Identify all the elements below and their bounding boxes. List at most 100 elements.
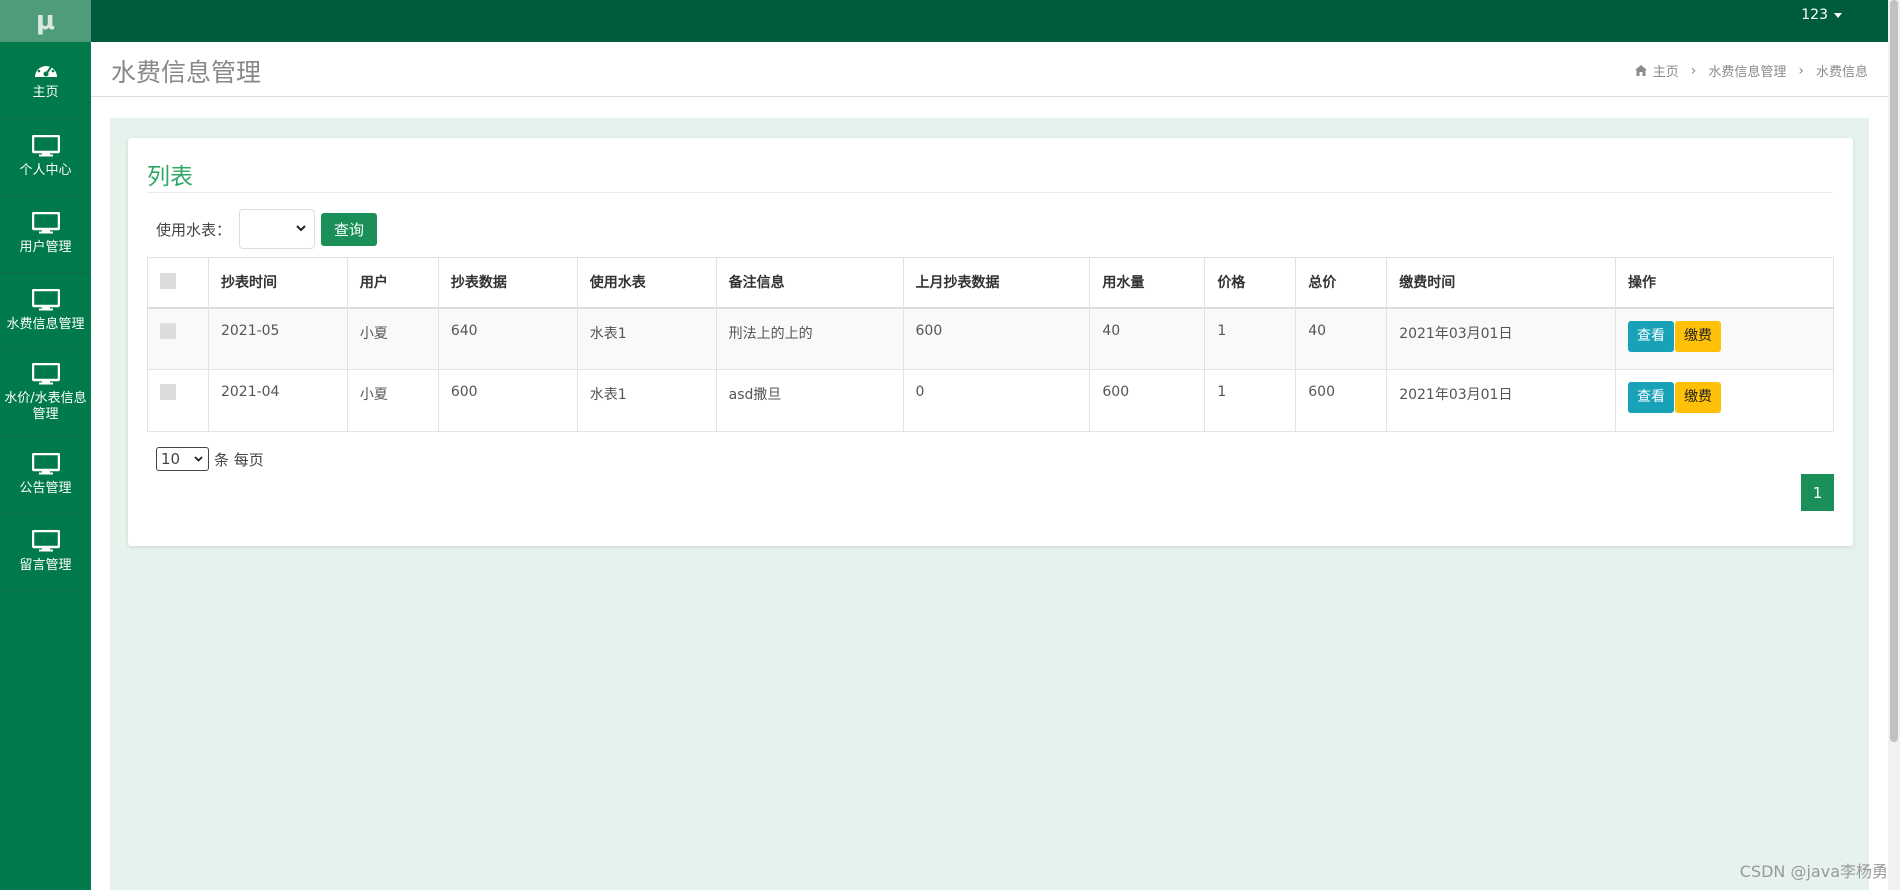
chevron-down-icon — [296, 225, 306, 232]
dashboard-icon — [34, 62, 57, 77]
caret-down-icon — [1834, 12, 1842, 18]
cell-meter: 水表1 — [576, 369, 717, 432]
sidebar-item-label: 主页 — [32, 85, 59, 100]
table-row: 2021-04 小夏 600 水表1 asd撒旦 0 600 1 600 202… — [147, 369, 1834, 432]
row-checkbox[interactable] — [160, 322, 176, 339]
top-bar: 123 — [91, 0, 1900, 42]
cell-note: asd撒旦 — [715, 369, 904, 432]
cell-note: 刑法上的上的 — [715, 307, 904, 370]
watermark: CSDN @java李杨勇 — [1739, 862, 1888, 881]
column-header[interactable]: 抄表时间 — [207, 257, 348, 309]
monitor-icon — [31, 135, 60, 157]
list-panel: 列表 使用水表： 查询 抄表时间 用户 抄表数据 使用水表 备注信息 上月抄表数… — [128, 138, 1853, 546]
filter-bar: 使用水表： 查询 — [156, 209, 378, 249]
select-all-checkbox[interactable] — [160, 273, 176, 290]
cell-price: 1 — [1204, 307, 1297, 370]
chevron-right-icon: › — [1798, 62, 1804, 79]
cell-actions: 查看 缴费 — [1615, 369, 1834, 432]
cell-user: 小夏 — [346, 369, 439, 432]
meter-filter-label: 使用水表： — [156, 220, 232, 239]
page-header: 水费信息管理 主页 › 水费信息管理 › 水费信息 — [91, 42, 1888, 97]
page-size-suffix: 条 每页 — [214, 450, 264, 469]
column-header[interactable]: 价格 — [1204, 257, 1297, 309]
monitor-icon — [31, 530, 60, 552]
sidebar-item-label: 个人中心 — [19, 163, 72, 178]
query-button[interactable]: 查询 — [321, 212, 378, 246]
divider — [147, 192, 1833, 193]
breadcrumb: 主页 › 水费信息管理 › 水费信息 — [1634, 61, 1868, 80]
sidebar: μ 主页 个人中心 用户管理 水费信息管理 水价/水表信息管理 公告管理 留言管… — [0, 0, 91, 890]
column-header[interactable]: 缴费时间 — [1386, 257, 1617, 309]
monitor-icon — [31, 453, 60, 475]
cell-price: 1 — [1204, 369, 1297, 432]
monitor-icon — [31, 363, 60, 385]
sidebar-item-announcement-management[interactable]: 公告管理 — [0, 437, 91, 514]
meter-select[interactable] — [239, 209, 316, 249]
cell-total: 600 — [1295, 369, 1388, 432]
row-select-cell — [147, 307, 209, 370]
sidebar-item-label: 水费信息管理 — [6, 317, 85, 332]
sidebar-item-home[interactable]: 主页 — [0, 42, 91, 119]
column-header[interactable]: 使用水表 — [576, 257, 717, 309]
column-header[interactable]: 用水量 — [1089, 257, 1206, 309]
sidebar-item-label: 留言管理 — [19, 558, 72, 573]
user-name: 123 — [1801, 7, 1828, 23]
content-area: 列表 使用水表： 查询 抄表时间 用户 抄表数据 使用水表 备注信息 上月抄表数… — [110, 118, 1869, 890]
page-button-current[interactable]: 1 — [1801, 474, 1834, 511]
select-all-cell — [147, 257, 209, 309]
cell-time: 2021-05 — [207, 307, 348, 370]
row-select-cell — [147, 369, 209, 432]
view-button[interactable]: 查看 — [1628, 320, 1675, 352]
breadcrumb-home[interactable]: 主页 — [1653, 61, 1679, 80]
cell-total: 40 — [1295, 307, 1388, 370]
vertical-scrollbar[interactable] — [1888, 0, 1900, 890]
panel-title: 列表 — [147, 164, 193, 190]
page-title: 水费信息管理 — [111, 58, 262, 87]
home-icon — [1634, 65, 1647, 76]
user-menu[interactable]: 123 — [1801, 7, 1842, 23]
column-header: 操作 — [1615, 257, 1834, 309]
pay-button[interactable]: 缴费 — [1675, 382, 1722, 413]
sidebar-item-label: 用户管理 — [19, 240, 72, 255]
monitor-icon — [31, 289, 60, 311]
cell-time: 2021-04 — [207, 369, 348, 432]
sidebar-item-label: 公告管理 — [19, 481, 72, 496]
cell-user: 小夏 — [346, 307, 439, 370]
sidebar-item-user-management[interactable]: 用户管理 — [0, 196, 91, 273]
view-button[interactable]: 查看 — [1628, 382, 1675, 413]
breadcrumb-water-fee-info: 水费信息 — [1815, 65, 1868, 80]
cell-reading: 640 — [437, 307, 578, 370]
cell-paid-at: 2021年03月01日 — [1386, 307, 1617, 370]
sidebar-item-water-fee-management[interactable]: 水费信息管理 — [0, 273, 91, 350]
cell-last-reading: 600 — [902, 307, 1091, 370]
sidebar-item-message-management[interactable]: 留言管理 — [0, 514, 91, 591]
column-header[interactable]: 上月抄表数据 — [902, 257, 1091, 309]
sidebar-item-price-meter-management[interactable]: 水价/水表信息管理 — [0, 350, 91, 437]
cell-paid-at: 2021年03月01日 — [1386, 369, 1617, 432]
column-header[interactable]: 备注信息 — [715, 257, 904, 309]
table-row: 2021-05 小夏 640 水表1 刑法上的上的 600 40 1 40 20… — [147, 307, 1834, 370]
chevron-right-icon: › — [1690, 62, 1697, 79]
cell-last-reading: 0 — [902, 369, 1091, 432]
scrollbar-thumb[interactable] — [1890, 0, 1898, 742]
breadcrumb-water-fee-management[interactable]: 水费信息管理 — [1708, 61, 1786, 80]
row-checkbox[interactable] — [160, 384, 176, 400]
cell-meter: 水表1 — [576, 307, 717, 370]
page-size-select[interactable]: 10 — [156, 447, 209, 471]
cell-usage: 600 — [1089, 369, 1206, 432]
monitor-icon — [31, 212, 60, 234]
table-header-row: 抄表时间 用户 抄表数据 使用水表 备注信息 上月抄表数据 用水量 价格 总价 … — [147, 257, 1834, 309]
page-size-control: 10 条 每页 — [156, 447, 264, 471]
column-header[interactable]: 抄表数据 — [437, 257, 578, 309]
pay-button[interactable]: 缴费 — [1675, 320, 1722, 352]
cell-reading: 600 — [437, 369, 578, 432]
page-size-value: 10 — [161, 450, 181, 468]
cell-actions: 查看 缴费 — [1615, 307, 1834, 370]
sidebar-item-label: 水价/水表信息管理 — [4, 391, 87, 422]
column-header[interactable]: 用户 — [346, 257, 439, 309]
app-logo[interactable]: μ — [0, 0, 91, 42]
water-fee-table: 抄表时间 用户 抄表数据 使用水表 备注信息 上月抄表数据 用水量 价格 总价 … — [147, 257, 1834, 432]
cell-usage: 40 — [1089, 307, 1206, 370]
column-header[interactable]: 总价 — [1295, 257, 1388, 309]
sidebar-item-personal-center[interactable]: 个人中心 — [0, 119, 91, 196]
